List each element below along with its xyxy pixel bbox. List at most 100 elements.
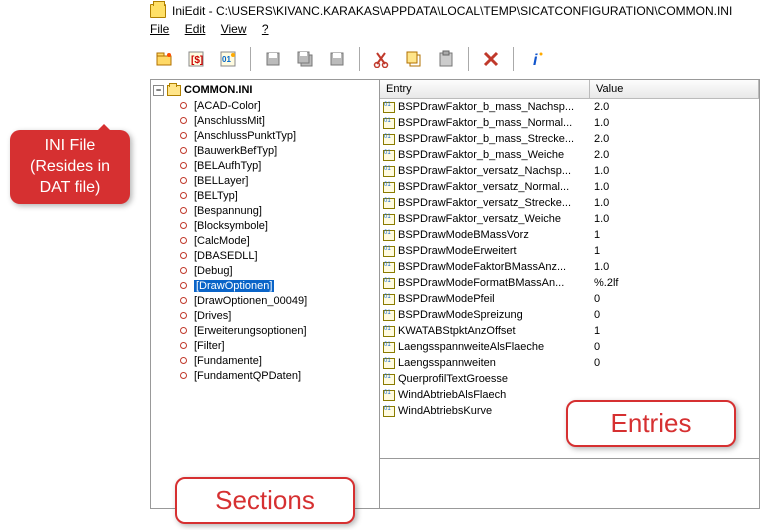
entry-name: QuerprofilTextGroesse [398, 371, 508, 387]
entry-icon [383, 182, 395, 193]
section-icon [177, 144, 190, 157]
section-icon [177, 129, 190, 142]
section-item[interactable]: [Drives] [175, 308, 377, 323]
entry-row[interactable]: BSPDrawModeBMassVorz1 [380, 227, 759, 243]
entry-row[interactable]: BSPDrawFaktor_b_mass_Normal...1.0 [380, 115, 759, 131]
delete-button[interactable] [477, 45, 505, 73]
section-item[interactable]: [ACAD-Color] [175, 98, 377, 113]
entry-name: WindAbtriebsKurve [398, 403, 492, 419]
entry-icon [383, 198, 395, 209]
section-item[interactable]: [Bespannung] [175, 203, 377, 218]
section-icon [177, 339, 190, 352]
section-item[interactable]: [Blocksymbole] [175, 218, 377, 233]
section-item[interactable]: [BELAufhTyp] [175, 158, 377, 173]
entry-row[interactable]: BSPDrawFaktor_versatz_Strecke...1.0 [380, 195, 759, 211]
section-icon [177, 279, 190, 292]
save-all-button[interactable] [291, 45, 319, 73]
entry-name: BSPDrawModeErweitert [398, 243, 517, 259]
entry-row[interactable]: QuerprofilTextGroesse [380, 371, 759, 387]
info-button[interactable]: i [522, 45, 550, 73]
section-item[interactable]: [Fundamente] [175, 353, 377, 368]
section-label: [DrawOptionen] [194, 280, 274, 292]
section-item[interactable]: [DrawOptionen] [175, 278, 377, 293]
section-item[interactable]: [BELLayer] [175, 173, 377, 188]
section-icon [177, 189, 190, 202]
section-item[interactable]: [BauwerkBefTyp] [175, 143, 377, 158]
entry-name: BSPDrawFaktor_versatz_Weiche [398, 211, 561, 227]
entry-row[interactable]: KWATABStpktAnzOffset1 [380, 323, 759, 339]
entry-value: 1.0 [590, 195, 759, 211]
section-icon [177, 369, 190, 382]
sections-tree-scroll[interactable]: − COMMON.INI [ACAD-Color][AnschlussMit][… [151, 80, 379, 508]
menu-help[interactable]: ? [262, 22, 269, 36]
entry-value: 1.0 [590, 163, 759, 179]
section-label: [DBASEDLL] [194, 250, 258, 262]
section-item[interactable]: [BELTyp] [175, 188, 377, 203]
entry-row[interactable]: BSPDrawModeErweitert 1 [380, 243, 759, 259]
entry-name: BSPDrawFaktor_b_mass_Normal... [398, 115, 572, 131]
section-item[interactable]: [Filter] [175, 338, 377, 353]
separator [359, 47, 360, 71]
entry-value: 0 [590, 339, 759, 355]
entry-icon [383, 326, 395, 337]
tree-root[interactable]: − COMMON.INI [153, 82, 377, 98]
collapse-icon[interactable]: − [153, 85, 164, 96]
menu-edit[interactable]: Edit [185, 22, 206, 36]
sections-tree-panel: − COMMON.INI [ACAD-Color][AnschlussMit][… [150, 79, 380, 509]
entry-row[interactable]: BSPDrawFaktor_b_mass_Weiche2.0 [380, 147, 759, 163]
section-item[interactable]: [DBASEDLL] [175, 248, 377, 263]
section-label: [BELTyp] [194, 190, 238, 202]
section-label: [Bespannung] [194, 205, 262, 217]
entry-name: BSPDrawModeFormatBMassAn... [398, 275, 564, 291]
currency-toggle-button[interactable]: [$] [182, 45, 210, 73]
entry-row[interactable]: BSPDrawModePfeil0 [380, 291, 759, 307]
entry-row[interactable]: BSPDrawFaktor_versatz_Nachsp... 1.0 [380, 163, 759, 179]
section-label: [Fundamente] [194, 355, 262, 367]
section-icon [177, 114, 190, 127]
entry-value: 1 [590, 243, 759, 259]
save-button[interactable] [259, 45, 287, 73]
section-icon [177, 99, 190, 112]
entry-row[interactable]: BSPDrawFaktor_versatz_Normal...1.0 [380, 179, 759, 195]
entry-icon [383, 230, 395, 241]
entry-row[interactable]: BSPDrawModeFormatBMassAn...%.2lf [380, 275, 759, 291]
entry-name: BSPDrawModeSpreizung [398, 307, 523, 323]
export-button[interactable] [323, 45, 351, 73]
entry-icon [383, 166, 395, 177]
section-label: [Blocksymbole] [194, 220, 268, 232]
entries-header: Entry Value [380, 80, 759, 99]
section-item[interactable]: [FundamentQPDaten] [175, 368, 377, 383]
section-item[interactable]: [Debug] [175, 263, 377, 278]
menu-view[interactable]: View [221, 22, 247, 36]
column-value[interactable]: Value [590, 80, 759, 98]
section-label: [ACAD-Color] [194, 100, 261, 112]
cut-button[interactable] [368, 45, 396, 73]
entry-name: LaengsspannweiteAlsFlaeche [398, 339, 544, 355]
entry-row[interactable]: LaengsspannweiteAlsFlaeche 0 [380, 339, 759, 355]
entry-row[interactable]: Laengsspannweiten0 [380, 355, 759, 371]
entry-row[interactable]: BSPDrawFaktor_b_mass_Strecke...2.0 [380, 131, 759, 147]
entry-row[interactable]: BSPDrawModeFaktorBMassAnz...1.0 [380, 259, 759, 275]
section-item[interactable]: [CalcMode] [175, 233, 377, 248]
entry-icon [383, 278, 395, 289]
entry-name: BSPDrawFaktor_versatz_Nachsp... [398, 163, 571, 179]
binary-toggle-button[interactable]: 01 [214, 45, 242, 73]
entry-value: 2.0 [590, 131, 759, 147]
entry-row[interactable]: BSPDrawModeSpreizung0 [380, 307, 759, 323]
copy-button[interactable] [400, 45, 428, 73]
column-entry[interactable]: Entry [380, 80, 590, 98]
menu-file[interactable]: File [150, 22, 169, 36]
open-button[interactable] [150, 45, 178, 73]
entry-row[interactable]: BSPDrawFaktor_b_mass_Nachsp...2.0 [380, 99, 759, 115]
entry-icon [383, 310, 395, 321]
section-item[interactable]: [DrawOptionen_00049] [175, 293, 377, 308]
svg-text:01: 01 [222, 55, 231, 64]
section-label: [BauwerkBefTyp] [194, 145, 277, 157]
entry-value: 1 [590, 323, 759, 339]
entry-row[interactable]: BSPDrawFaktor_versatz_Weiche1.0 [380, 211, 759, 227]
section-item[interactable]: [AnschlussMit] [175, 113, 377, 128]
paste-button[interactable] [432, 45, 460, 73]
svg-text:i: i [533, 52, 538, 68]
section-item[interactable]: [Erweiterungsoptionen] [175, 323, 377, 338]
section-item[interactable]: [AnschlussPunktTyp] [175, 128, 377, 143]
